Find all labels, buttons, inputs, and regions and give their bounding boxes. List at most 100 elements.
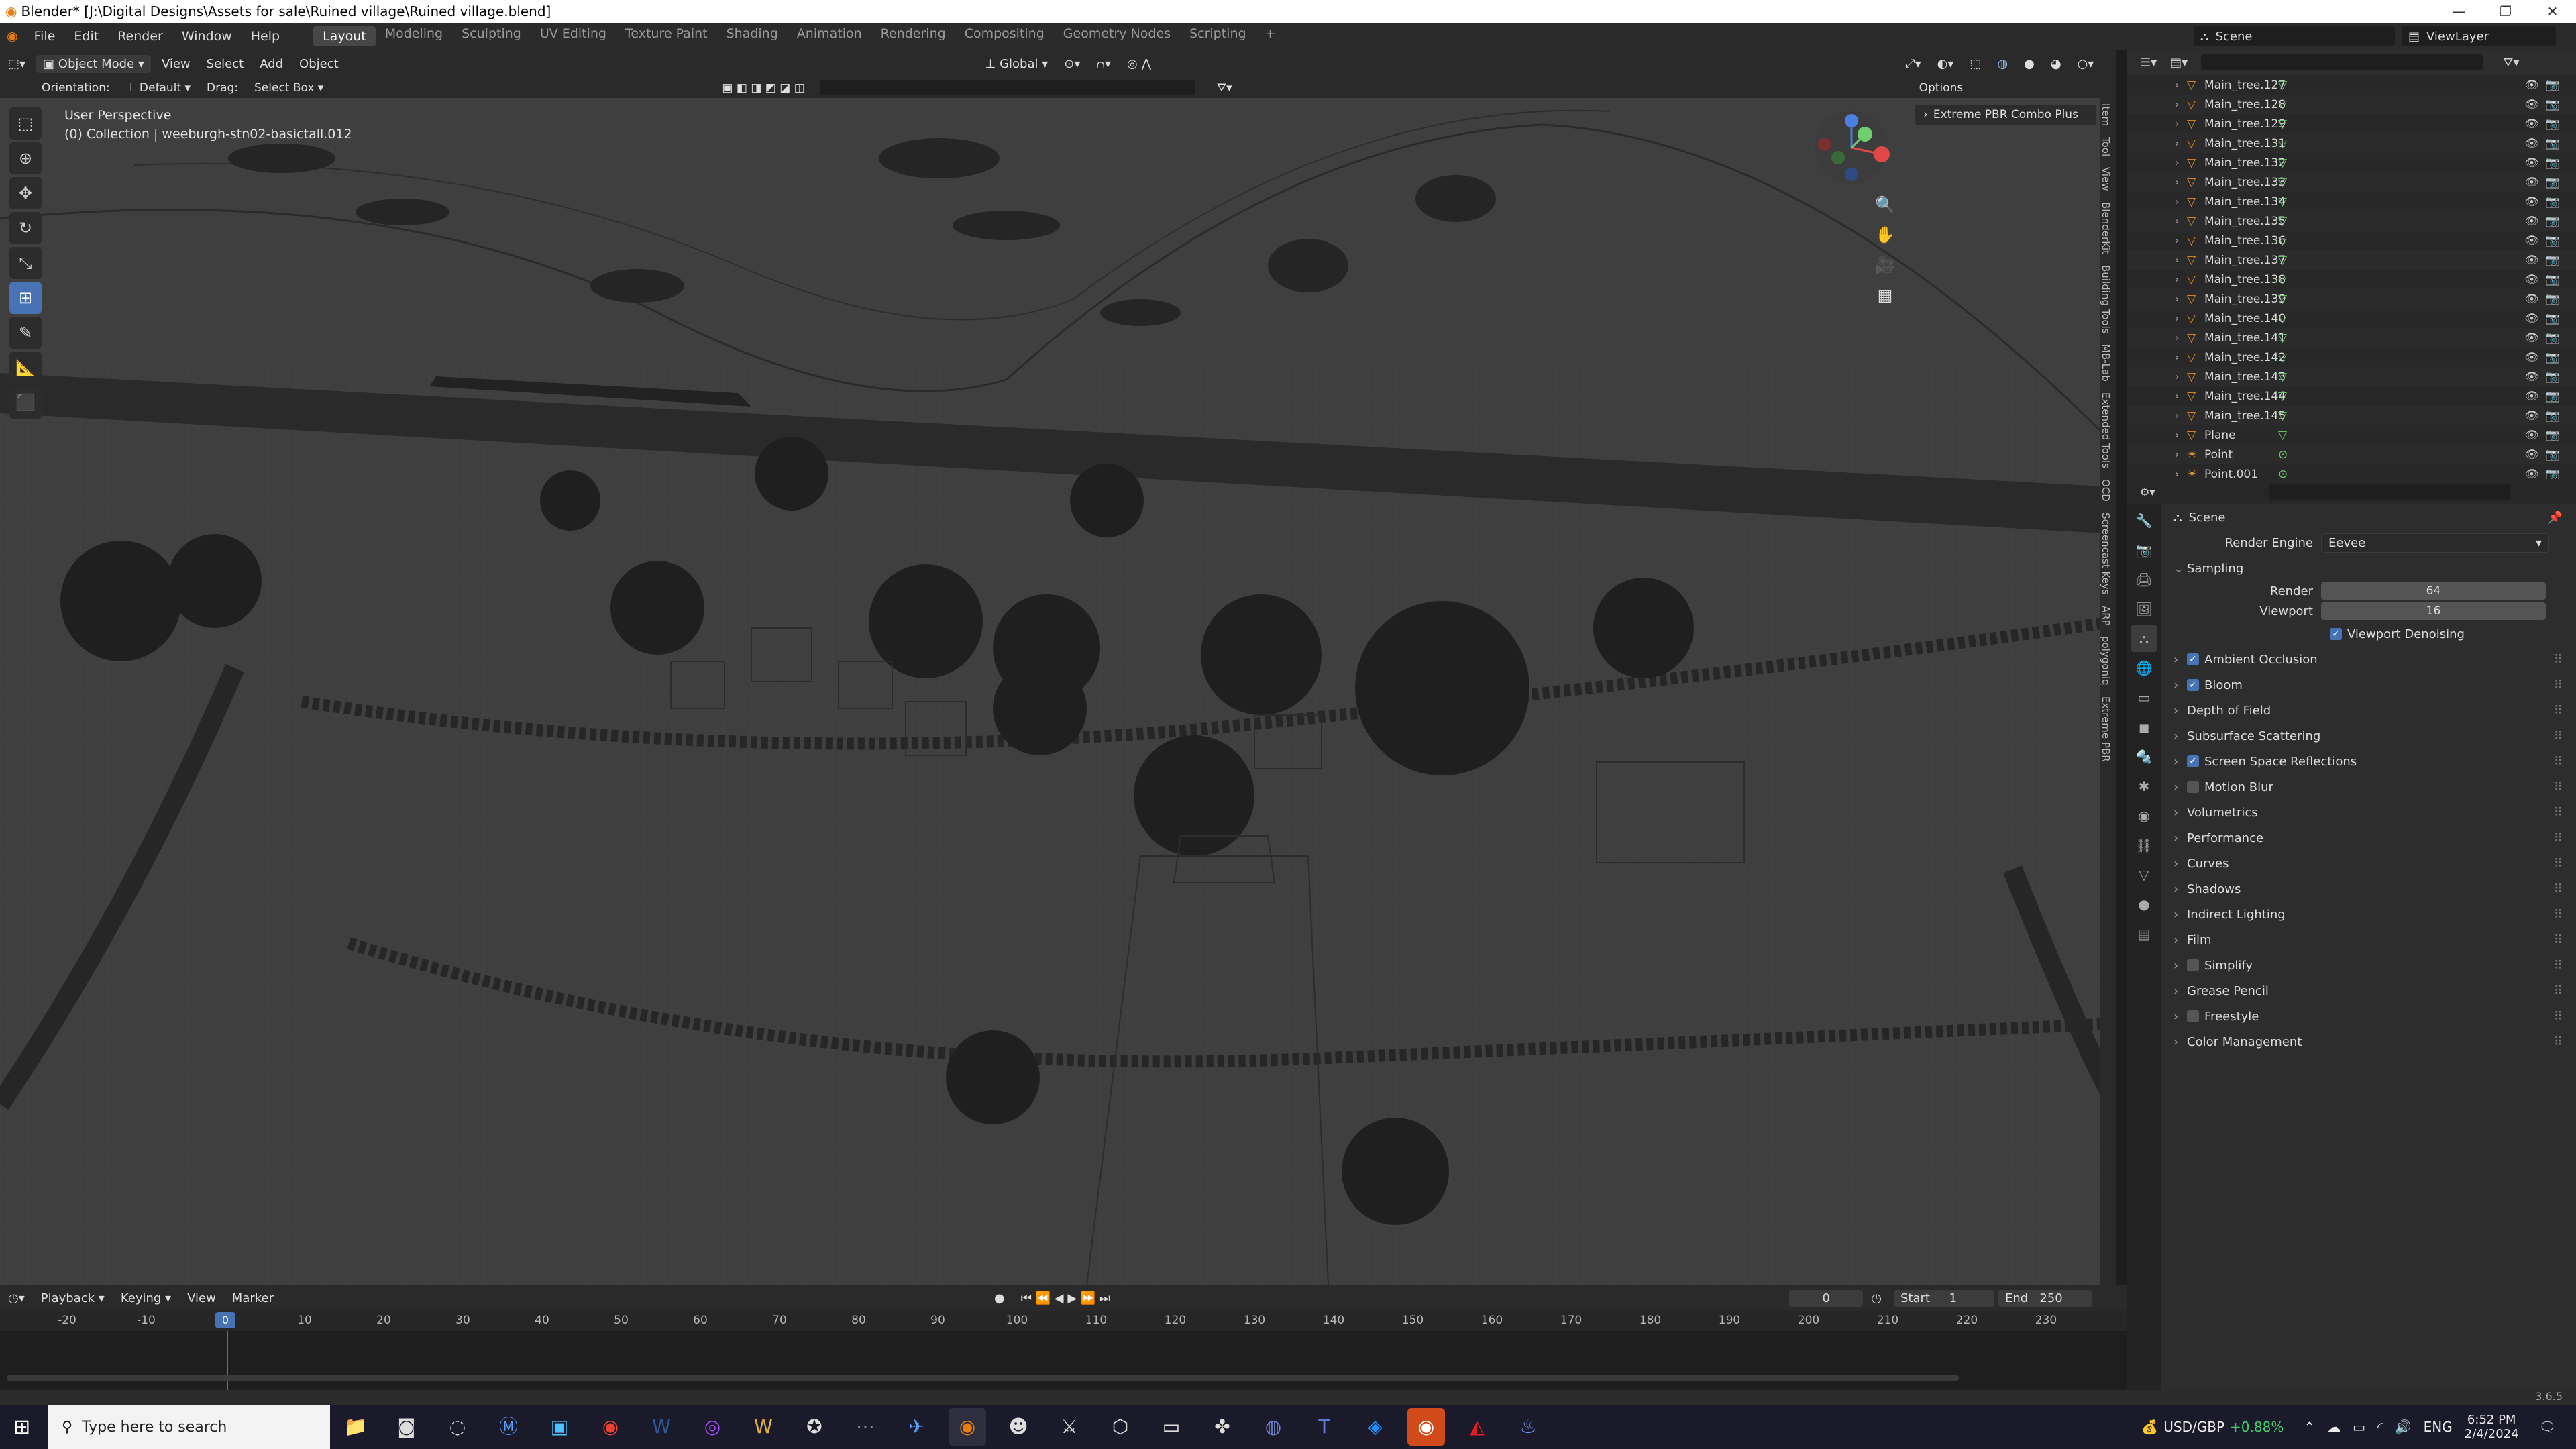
- outliner-editor-icon[interactable]: ☰▾: [2140, 56, 2157, 70]
- visibility-toggles[interactable]: 👁📷: [2524, 468, 2567, 480]
- workspace-tab-rendering[interactable]: Rendering: [871, 26, 955, 46]
- viewport-denoising-row[interactable]: ✓ Viewport Denoising: [2167, 621, 2569, 647]
- workspace-tab-sculpting[interactable]: Sculpting: [452, 26, 531, 46]
- drag-handle-icon[interactable]: ⠿: [2554, 806, 2563, 820]
- render-engine-dropdown[interactable]: Eevee ▾: [2321, 533, 2549, 553]
- collection-tab-icon[interactable]: ▭: [2131, 684, 2157, 711]
- outliner-row[interactable]: › ▽ Main_tree.132 ▽ 👁📷: [2127, 153, 2576, 172]
- drag-handle-icon[interactable]: ⠿: [2554, 908, 2563, 922]
- ticker-label[interactable]: USD/GBP: [2163, 1419, 2224, 1435]
- modifier-tab-icon[interactable]: 🔩: [2131, 743, 2157, 770]
- outliner-row[interactable]: › ▽ Plane ▽ 👁📷: [2127, 425, 2576, 445]
- panel-indirect-lighting[interactable]: › Indirect Lighting ⠿: [2167, 902, 2569, 927]
- panel-volumetrics[interactable]: › Volumetrics ⠿: [2167, 800, 2569, 825]
- file-explorer-icon[interactable]: 📁: [337, 1408, 374, 1446]
- workspace-tab-geometry-nodes[interactable]: Geometry Nodes: [1054, 26, 1180, 46]
- sidebar-tab-ocd[interactable]: OCD: [2100, 474, 2112, 507]
- move-tool[interactable]: ✥: [9, 177, 42, 209]
- visibility-toggles[interactable]: 👁📷: [2524, 312, 2567, 325]
- app-icon-12[interactable]: ✤: [1203, 1408, 1241, 1446]
- pivot-icon[interactable]: ⊙▾: [1056, 57, 1088, 71]
- tool-tab-icon[interactable]: 🔧: [2131, 507, 2157, 534]
- playback-menu[interactable]: Playback ▾: [33, 1291, 113, 1305]
- output-tab-icon[interactable]: 🖨: [2131, 566, 2157, 593]
- timeline-scrollbar[interactable]: [7, 1375, 1959, 1381]
- visibility-toggles[interactable]: 👁📷: [2524, 254, 2567, 267]
- scene-selector[interactable]: ⛬ Scene: [2194, 26, 2395, 46]
- expand-arrow-icon[interactable]: ›: [2167, 409, 2187, 423]
- outliner-row[interactable]: › ▽ Main_tree.145 ▽ 👁📷: [2127, 406, 2576, 425]
- visibility-toggles[interactable]: 👁📷: [2524, 176, 2567, 189]
- object-tab-icon[interactable]: ◼: [2131, 714, 2157, 741]
- drag-handle-icon[interactable]: ⠿: [2554, 780, 2563, 794]
- app-icon-14[interactable]: ◈: [1356, 1408, 1394, 1446]
- onedrive-icon[interactable]: ☁: [2327, 1419, 2341, 1435]
- sidebar-tab-tool[interactable]: Tool: [2100, 131, 2112, 162]
- transform-tool[interactable]: ⊞: [9, 282, 42, 314]
- expand-arrow-icon[interactable]: ›: [2167, 292, 2187, 306]
- rotate-tool[interactable]: ↻: [9, 212, 42, 244]
- panel-freestyle[interactable]: › Freestyle ⠿: [2167, 1004, 2569, 1029]
- outliner-row[interactable]: › ▽ Main_tree.140 ▽ 👁📷: [2127, 309, 2576, 328]
- blender-taskbar-icon[interactable]: ◉: [949, 1408, 986, 1446]
- outliner-row[interactable]: › ▽ Main_tree.134 ▽ 👁📷: [2127, 192, 2576, 211]
- checkbox-checked-icon[interactable]: ✓: [2187, 755, 2199, 767]
- select-box-tool[interactable]: ⬚: [9, 107, 42, 140]
- expand-arrow-icon[interactable]: ›: [2167, 254, 2187, 267]
- shading-solid-icon[interactable]: ●: [2016, 57, 2043, 71]
- outliner-row[interactable]: › ▽ Main_tree.127 ▽ 👁📷: [2127, 75, 2576, 95]
- snap-icon[interactable]: ⩃▾: [1088, 57, 1119, 71]
- expand-arrow-icon[interactable]: ›: [2167, 195, 2187, 209]
- pin-icon[interactable]: 📌: [2548, 511, 2563, 525]
- proportional-edit-icon[interactable]: ◎ ⋀: [1119, 57, 1159, 71]
- extreme-pbr-panel-header[interactable]: › Extreme PBR Combo Plus: [1915, 105, 2096, 125]
- gizmo-toggle-icon[interactable]: ⤢▾: [1897, 57, 1929, 71]
- wifi-icon[interactable]: ◜: [2377, 1419, 2383, 1435]
- expand-arrow-icon[interactable]: ›: [2167, 448, 2187, 462]
- shading-rendered-icon[interactable]: ○▾: [2070, 57, 2102, 71]
- drag-handle-icon[interactable]: ⠿: [2554, 882, 2563, 896]
- outliner-row[interactable]: › ▽ Main_tree.138 ▽ 👁📷: [2127, 270, 2576, 289]
- clock[interactable]: 6:52 PM 2/4/2024: [2465, 1413, 2519, 1441]
- zoom-icon[interactable]: 🔍: [1872, 191, 1898, 218]
- sidebar-tab-blenderkit[interactable]: BlenderKit: [2100, 197, 2112, 260]
- checkbox-empty-icon[interactable]: [2187, 1010, 2199, 1022]
- checkbox-checked-icon[interactable]: ✓: [2187, 679, 2199, 691]
- overlay-toggle-icon[interactable]: ◐▾: [1929, 57, 1962, 71]
- visibility-toggles[interactable]: 👁📷: [2524, 234, 2567, 248]
- scene-tab-icon[interactable]: ⛬: [2131, 625, 2157, 652]
- shading-material-icon[interactable]: ◕: [2043, 57, 2070, 71]
- steam-icon[interactable]: ♨: [1509, 1408, 1547, 1446]
- view-menu-timeline[interactable]: View: [179, 1291, 224, 1305]
- navigation-gizmo[interactable]: [1811, 107, 1892, 188]
- sidebar-tab-extreme-pbr[interactable]: Extreme PBR: [2100, 691, 2112, 767]
- physics-tab-icon[interactable]: ◉: [2131, 802, 2157, 829]
- data-tab-icon[interactable]: ▽: [2131, 861, 2157, 888]
- panel-motion-blur[interactable]: › Motion Blur ⠿: [2167, 774, 2569, 800]
- workspace-tab-uv-editing[interactable]: UV Editing: [531, 26, 616, 46]
- expand-arrow-icon[interactable]: ›: [2167, 234, 2187, 248]
- expand-arrow-icon[interactable]: ›: [2167, 351, 2187, 364]
- drag-handle-icon[interactable]: ⠿: [2554, 831, 2563, 845]
- minimize-button[interactable]: —: [2435, 0, 2482, 23]
- visibility-toggles[interactable]: 👁📷: [2524, 370, 2567, 384]
- app-icon-8[interactable]: ⋯: [847, 1408, 884, 1446]
- camera-view-icon[interactable]: 🎥: [1872, 252, 1898, 278]
- expand-arrow-icon[interactable]: ›: [2167, 312, 2187, 325]
- app-icon-6[interactable]: W: [745, 1408, 782, 1446]
- sidebar-tab-extended-tools[interactable]: Extended Tools: [2100, 387, 2112, 474]
- visibility-toggles[interactable]: 👁📷: [2524, 448, 2567, 462]
- ortho-toggle-icon[interactable]: ▦: [1872, 282, 1898, 309]
- keying-menu[interactable]: Keying ▾: [113, 1291, 179, 1305]
- drag-handle-icon[interactable]: ⠿: [2554, 704, 2563, 718]
- word-icon[interactable]: W: [643, 1408, 680, 1446]
- outliner-row[interactable]: › ▽ Main_tree.129 ▽ 👁📷: [2127, 114, 2576, 133]
- panel-ambient-occlusion[interactable]: › ✓ Ambient Occlusion ⠿: [2167, 647, 2569, 672]
- outliner-row[interactable]: › ▽ Main_tree.133 ▽ 👁📷: [2127, 172, 2576, 192]
- record-icon[interactable]: ●: [986, 1291, 1013, 1305]
- visibility-toggles[interactable]: 👁📷: [2524, 98, 2567, 111]
- expand-arrow-icon[interactable]: ›: [2167, 273, 2187, 286]
- filter-icon[interactable]: ⛛▾: [1209, 81, 1240, 95]
- outliner-row[interactable]: › ▽ Main_tree.136 ▽ 👁📷: [2127, 231, 2576, 250]
- drag-dropdown[interactable]: Select Box ▾: [246, 81, 331, 95]
